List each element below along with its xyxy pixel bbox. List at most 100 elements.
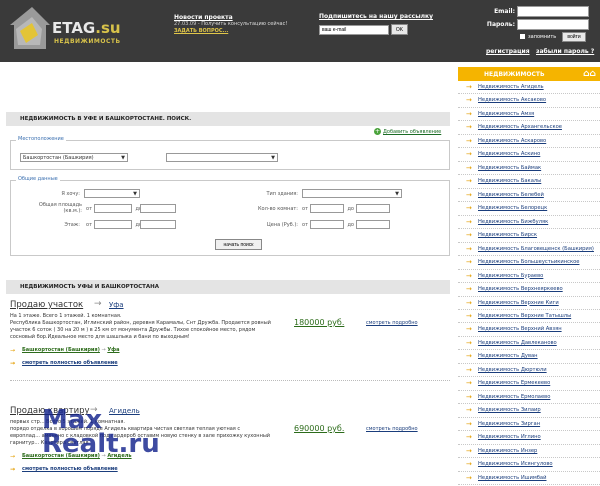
sidebar-item[interactable]: → Недвижимость Ермекеево — [458, 377, 600, 391]
sidebar-item[interactable]: → Недвижимость Белебей — [458, 189, 600, 203]
sidebar-item[interactable]: → Недвижимость Агидель — [458, 81, 600, 95]
listing-price[interactable]: 180000 руб. — [294, 318, 344, 327]
region-tag[interactable]: Башкортостан (Башкирия) — [22, 347, 100, 353]
sidebar-item-label[interactable]: Недвижимость Ишимбай — [478, 475, 546, 481]
listing-title[interactable]: Продаю участок — [10, 300, 83, 310]
sidebar-item[interactable]: → Недвижимость Ермолаево — [458, 391, 600, 405]
sidebar-item-label[interactable]: Недвижимость Дюртюли — [478, 367, 547, 373]
rooms-from-input[interactable] — [310, 204, 344, 213]
sidebar-item[interactable]: → Недвижимость Аскарово — [458, 135, 600, 149]
listing-details-link[interactable]: смотреть подробно — [366, 320, 418, 326]
sidebar-item-label[interactable]: Недвижимость Аскарово — [478, 138, 546, 144]
register-link[interactable]: регистрация — [486, 48, 530, 55]
listing-details-link[interactable]: смотреть подробно — [366, 426, 418, 432]
sidebar-item-label[interactable]: Недвижимость Белебей — [478, 192, 544, 198]
sidebar-item[interactable]: → Недвижимость Верхние Киги — [458, 297, 600, 310]
listing-full-link[interactable]: → смотреть полностью объявление — [10, 466, 118, 473]
login-button[interactable]: войти — [562, 32, 586, 42]
sidebar-item-label[interactable]: Недвижимость Бураево — [478, 273, 543, 279]
sidebar-item[interactable]: → Недвижимость Дуван — [458, 350, 600, 364]
remember-checkbox[interactable] — [520, 34, 525, 39]
sidebar-item-label[interactable]: Недвижимость Дуван — [478, 353, 538, 359]
sidebar-item[interactable]: → Недвижимость Благовещенск (Башкирия) — [458, 243, 600, 257]
want-select[interactable]: ▼ — [84, 189, 140, 198]
sidebar-item-label[interactable]: Недвижимость Иглино — [478, 434, 541, 440]
sidebar-item-label[interactable]: Недвижимость Бакалы — [478, 178, 541, 184]
forgot-password-link[interactable]: забыли пароль ? — [536, 48, 594, 55]
sidebar-item[interactable]: → Недвижимость Бирск — [458, 229, 600, 243]
arrow-right-icon: → — [466, 83, 472, 91]
sidebar-item-label[interactable]: Недвижимость Зилаир — [478, 407, 541, 413]
sidebar-item[interactable]: → Недвижимость Верхний Авзян — [458, 323, 600, 337]
sidebar-item[interactable]: → Недвижимость Бижбуляк — [458, 216, 600, 230]
site-logo[interactable]: ETAG.su НЕДВИЖИМОСТЬ — [6, 5, 121, 53]
area-from-input[interactable] — [94, 204, 132, 213]
news-title[interactable]: Новости проекта — [174, 14, 304, 21]
chevron-down-icon: ▼ — [133, 191, 137, 197]
sidebar-item-label[interactable]: Недвижимость Баймак — [478, 165, 541, 171]
email-field[interactable] — [517, 6, 589, 17]
sidebar-item[interactable]: → Недвижимость Белорецк — [458, 202, 600, 216]
sidebar-item-label[interactable]: Недвижимость Инзер — [478, 448, 537, 454]
remember-me[interactable]: запомнить — [520, 34, 556, 40]
area-to-input[interactable] — [140, 204, 176, 213]
sidebar-item[interactable]: → Недвижимость Амзя — [458, 108, 600, 122]
building-type-select[interactable]: ▼ — [302, 189, 402, 198]
rooms-to-input[interactable] — [356, 204, 390, 213]
sidebar-item[interactable]: → Недвижимость Зилаир — [458, 404, 600, 418]
sidebar-item-label[interactable]: Недвижимость Верхние Татышлы — [478, 313, 571, 319]
floor-from-input[interactable] — [94, 220, 132, 229]
price-to-input[interactable] — [356, 220, 390, 229]
price-from-input[interactable] — [310, 220, 344, 229]
city-select[interactable]: ▼ — [166, 153, 278, 162]
sidebar-item[interactable]: → Недвижимость Иглино — [458, 431, 600, 445]
sidebar-item-label[interactable]: Недвижимость Ермекеево — [478, 380, 550, 386]
floor-to-input[interactable] — [140, 220, 176, 229]
sidebar-item[interactable]: → Недвижимость Верхнеяркеево — [458, 283, 600, 297]
sidebar-item-label[interactable]: Недвижимость Исянгулово — [478, 461, 553, 467]
sidebar-item-label[interactable]: Недвижимость Благовещенск (Башкирия) — [478, 246, 594, 252]
sidebar-item-label[interactable]: Недвижимость Большеустьикинское — [478, 259, 579, 265]
sidebar-item[interactable]: → Недвижимость Ишимбай — [458, 472, 600, 486]
sidebar-item[interactable]: → Недвижимость Дюртюли — [458, 364, 600, 378]
city-tag[interactable]: Уфа — [107, 347, 119, 353]
subscribe-ok-button[interactable]: OK — [391, 24, 408, 35]
sidebar-item-label[interactable]: Недвижимость Верхние Киги — [478, 300, 559, 306]
sidebar-item[interactable]: → Недвижимость Зирган — [458, 418, 600, 432]
region-select[interactable]: Башкортостан (Башкирия) ▼ — [20, 153, 128, 162]
sidebar-item[interactable]: → Недвижимость Верхние Татышлы — [458, 310, 600, 324]
listing-price[interactable]: 690000 руб. — [294, 424, 344, 433]
sidebar-item-label[interactable]: Недвижимость Бижбуляк — [478, 219, 548, 225]
sidebar-item-label[interactable]: Недвижимость Аскино — [478, 151, 540, 157]
sidebar-item[interactable]: → Недвижимость Большеустьикинское — [458, 256, 600, 270]
password-field[interactable] — [517, 19, 589, 30]
sidebar-item[interactable]: → Недвижимость Бураево — [458, 270, 600, 284]
sidebar-item[interactable]: → Недвижимость Исянгулово — [458, 458, 600, 472]
sidebar-item[interactable]: → Недвижимость Бакалы — [458, 175, 600, 189]
add-listing-link[interactable]: + Добавить объявление — [374, 128, 441, 135]
sidebar-item[interactable]: → Недвижимость Архангельское — [458, 121, 600, 135]
sidebar-item-label[interactable]: Недвижимость Ермолаево — [478, 394, 550, 400]
sidebar-item[interactable]: → Недвижимость Аскино — [458, 148, 600, 162]
sidebar-item-label[interactable]: Недвижимость Амзя — [478, 111, 534, 117]
sidebar-item-label[interactable]: Недвижимость Давлеканово — [478, 340, 557, 346]
arrow-right-icon: → — [466, 352, 472, 361]
sidebar-item[interactable]: → Недвижимость Инзер — [458, 445, 600, 459]
listing-full-link[interactable]: → смотреть полностью объявление — [10, 360, 118, 367]
subscribe-email-input[interactable] — [319, 25, 389, 35]
sidebar-item-label[interactable]: Недвижимость Верхнеяркеево — [478, 286, 563, 292]
sidebar-item[interactable]: → Недвижимость Аксаково — [458, 94, 600, 108]
watermark: Max Realt.ru — [42, 405, 160, 459]
sidebar-item-label[interactable]: Недвижимость Агидель — [478, 84, 544, 90]
listing-city[interactable]: Уфа — [109, 301, 124, 309]
sidebar-item-label[interactable]: Недвижимость Зирган — [478, 421, 540, 427]
sidebar-item[interactable]: → Недвижимость Баймак — [458, 162, 600, 176]
sidebar-item-label[interactable]: Недвижимость Аксаково — [478, 97, 546, 103]
sidebar-item[interactable]: → Недвижимость Давлеканово — [458, 337, 600, 351]
sidebar-item-label[interactable]: Недвижимость Бирск — [478, 232, 537, 238]
search-button[interactable]: начать поиск — [215, 239, 262, 250]
sidebar-item-label[interactable]: Недвижимость Архангельское — [478, 124, 562, 130]
sidebar-item-label[interactable]: Недвижимость Верхний Авзян — [478, 326, 562, 332]
sidebar-item-label[interactable]: Недвижимость Белорецк — [478, 205, 547, 211]
news-link[interactable]: ЗАДАТЬ ВОПРОС... — [174, 28, 228, 34]
